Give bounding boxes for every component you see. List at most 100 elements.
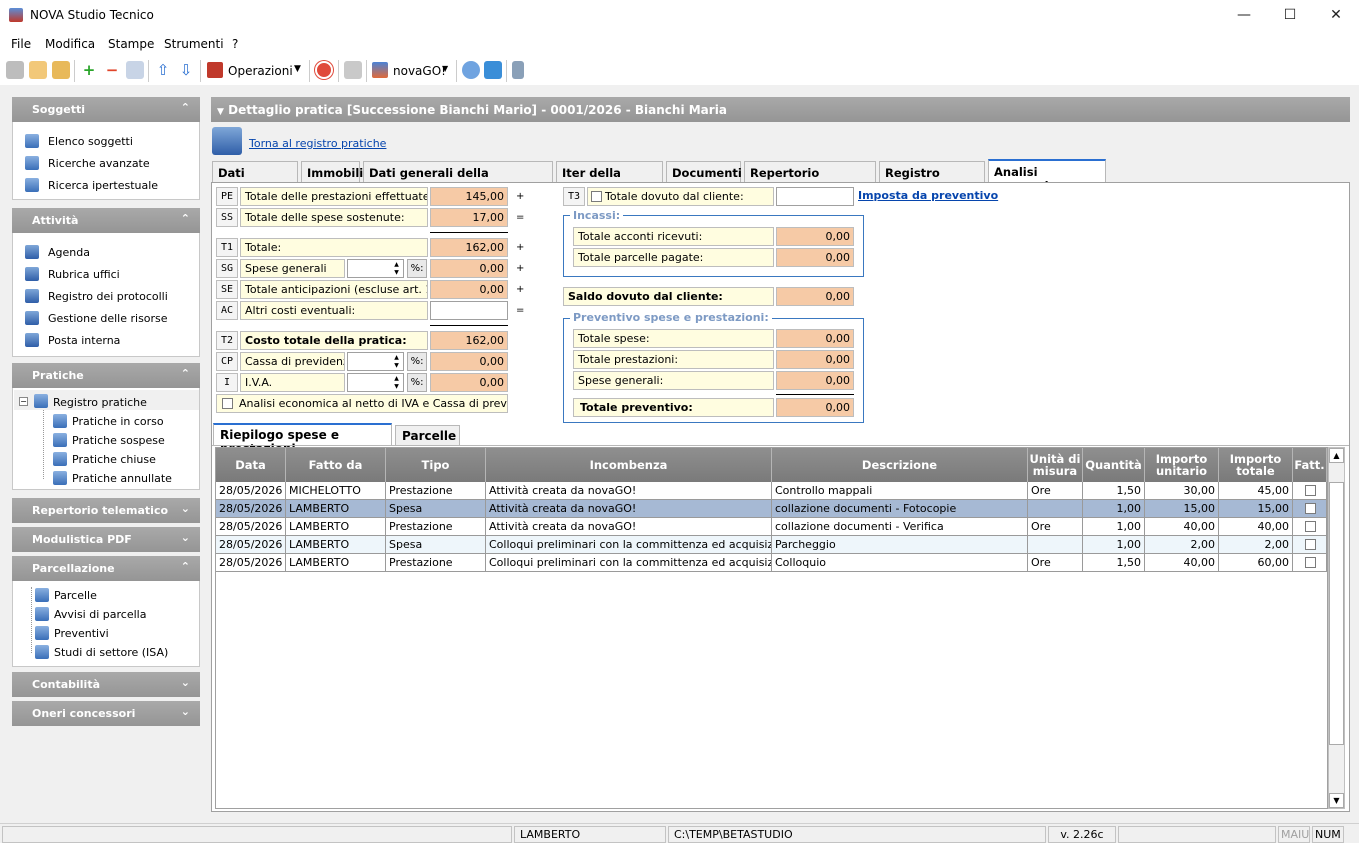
close-button[interactable]: ✕ — [1313, 0, 1359, 31]
tab-analisi-economica[interactable]: Analisi economica — [988, 159, 1106, 193]
menu-strumenti[interactable]: Strumenti — [164, 37, 224, 51]
col-header-descrizione[interactable]: Descrizione — [772, 448, 1028, 482]
cut-icon[interactable] — [6, 61, 24, 79]
tree-item-preventivi[interactable]: Preventivi — [54, 627, 109, 640]
sidebar-item-posta-interna[interactable]: Posta interna — [48, 334, 120, 347]
panel-contabilita-header[interactable]: Contabilità ⌄ — [12, 672, 200, 697]
spin-up-icon[interactable]: ▲ — [391, 354, 402, 362]
totale-dovuto-input[interactable] — [776, 187, 854, 206]
sidebar-item-rubrica-uffici[interactable]: Rubrica uffici — [48, 268, 120, 281]
vertical-scrollbar[interactable]: ▲ ▼ — [1328, 447, 1345, 809]
remove-icon[interactable]: − — [103, 61, 121, 79]
tree-item-pratiche-in-corso[interactable]: Pratiche in corso — [72, 415, 164, 428]
table-row[interactable]: 28/05/2026 MICHELOTTO Prestazione Attività … — [216, 482, 1327, 500]
netto-checkbox-row[interactable]: Analisi economica al netto di IVA e Cass… — [216, 394, 508, 413]
collapse-icon[interactable]: ⌃ — [181, 560, 190, 573]
panel-repertorio-header[interactable]: Repertorio telematico ⌄ — [12, 498, 200, 523]
col-header-importo-unitario[interactable]: Importo unitario — [1145, 448, 1219, 482]
imposta-preventivo-link[interactable]: Imposta da preventivo — [858, 189, 998, 202]
expand-icon[interactable]: ⌄ — [181, 705, 190, 718]
tree-item-pratiche-sospese[interactable]: Pratiche sospese — [72, 434, 165, 447]
exit-icon[interactable] — [512, 61, 524, 79]
fatturato-checkbox[interactable] — [1305, 521, 1316, 532]
novago-button[interactable]: novaGO! ▼ — [372, 61, 452, 81]
tree-item-pratiche-annullate[interactable]: Pratiche annullate — [72, 472, 172, 485]
collapse-icon[interactable]: ⌃ — [181, 212, 190, 225]
tab-immobili[interactable]: Immobili — [301, 161, 363, 182]
tab-dati-generali[interactable]: Dati generali — [212, 161, 298, 194]
table-row[interactable]: 28/05/2026 LAMBERTO Spesa Attività creata d… — [216, 500, 1327, 518]
tree-item-registro-pratiche[interactable]: Registro pratiche — [53, 396, 147, 409]
arrow-up-icon[interactable]: ⇧ — [154, 61, 172, 79]
spin-up-icon[interactable]: ▲ — [391, 375, 402, 383]
percent-button[interactable]: %: — [407, 352, 427, 371]
col-header-tipo[interactable]: Tipo — [386, 448, 486, 482]
fatturato-checkbox[interactable] — [1305, 485, 1316, 496]
spin-down-icon[interactable]: ▼ — [391, 362, 402, 370]
tab-dati-successione[interactable]: Dati generali della successione — [363, 161, 553, 194]
totale-dovuto-checkbox[interactable] — [591, 191, 602, 202]
cassa-percent-input[interactable]: ▲ ▼ — [347, 352, 404, 371]
tree-item-pratiche-chiuse[interactable]: Pratiche chiuse — [72, 453, 156, 466]
spin-down-icon[interactable]: ▼ — [391, 383, 402, 391]
panel-soggetti-header[interactable]: Soggetti ⌃ — [12, 97, 200, 122]
col-header-fatt[interactable]: Fatt. — [1293, 448, 1327, 482]
spin-up-icon[interactable]: ▲ — [391, 261, 402, 269]
add-icon[interactable]: + — [80, 61, 98, 79]
col-header-unita[interactable]: Unità di misura — [1028, 448, 1083, 482]
sidebar-item-registro-protocolli[interactable]: Registro dei protocolli — [48, 290, 168, 303]
collapse-icon[interactable]: ⌃ — [181, 367, 190, 380]
iva-percent-input[interactable]: ▲ ▼ — [347, 373, 404, 392]
expand-icon[interactable]: ⌄ — [181, 531, 190, 544]
scroll-down-icon[interactable]: ▼ — [1329, 793, 1344, 808]
tab-documenti[interactable]: Documenti — [666, 161, 742, 182]
fatturato-checkbox[interactable] — [1305, 557, 1316, 568]
paste-icon[interactable] — [52, 61, 70, 79]
table-row[interactable]: 28/05/2026 LAMBERTO Prestazione Colloqui pr… — [216, 554, 1327, 572]
col-header-fatto-da[interactable]: Fatto da — [286, 448, 386, 482]
col-header-importo-totale[interactable]: Importo totale — [1219, 448, 1293, 482]
sidebar-item-gestione-risorse[interactable]: Gestione delle risorse — [48, 312, 168, 325]
tree-item-parcelle[interactable]: Parcelle — [54, 589, 97, 602]
duplicate-icon[interactable] — [126, 61, 144, 79]
spese-generali-percent-input[interactable]: ▲ ▼ — [347, 259, 404, 278]
scroll-thumb[interactable] — [1329, 482, 1344, 745]
menu-help[interactable]: ? — [232, 37, 238, 51]
collapse-icon[interactable]: ⌃ — [181, 101, 190, 114]
table-row[interactable]: 28/05/2026 LAMBERTO Spesa Colloqui prelimin… — [216, 536, 1327, 554]
menu-stampe[interactable]: Stampe — [108, 37, 154, 51]
sidebar-item-ricerche-avanzate[interactable]: Ricerche avanzate — [48, 157, 150, 170]
subtab-parcelle[interactable]: Parcelle — [395, 425, 460, 445]
totale-dovuto-row[interactable]: Totale dovuto dal cliente: — [587, 187, 774, 206]
menu-file[interactable]: File — [11, 37, 31, 51]
stop-icon[interactable] — [315, 61, 333, 79]
col-header-incombenza[interactable]: Incombenza — [486, 448, 772, 482]
scroll-up-icon[interactable]: ▲ — [1329, 448, 1344, 463]
maximize-button[interactable]: ☐ — [1267, 0, 1313, 31]
expand-icon[interactable]: ⌄ — [181, 676, 190, 689]
panel-modulistica-header[interactable]: Modulistica PDF ⌄ — [12, 527, 200, 552]
fatturato-checkbox[interactable] — [1305, 539, 1316, 550]
tab-iter-pratica[interactable]: Iter della pratica — [556, 161, 663, 194]
table-row[interactable]: 28/05/2026 LAMBERTO Prestazione Attività cr… — [216, 518, 1327, 536]
tree-collapse-icon[interactable]: − — [19, 397, 28, 406]
altri-costi-input[interactable] — [430, 301, 508, 320]
col-header-data[interactable]: Data — [216, 448, 286, 482]
tree-item-avvisi-parcella[interactable]: Avvisi di parcella — [54, 608, 146, 621]
menu-modifica[interactable]: Modifica — [45, 37, 95, 51]
refresh-icon[interactable] — [484, 61, 502, 79]
subtab-riepilogo[interactable]: Riepilogo spese e prestazioni — [213, 423, 392, 456]
expand-icon[interactable]: ⌄ — [181, 502, 190, 515]
operazioni-button[interactable]: Operazioni ▼ — [207, 61, 305, 81]
panel-pratiche-header[interactable]: Pratiche ⌃ — [12, 363, 200, 388]
sidebar-item-agenda[interactable]: Agenda — [48, 246, 90, 259]
fatturato-checkbox[interactable] — [1305, 503, 1316, 514]
percent-button[interactable]: %: — [407, 259, 427, 278]
panel-attivita-header[interactable]: Attività ⌃ — [12, 208, 200, 233]
sidebar-item-elenco-soggetti[interactable]: Elenco soggetti — [48, 135, 133, 148]
print-icon[interactable] — [344, 61, 362, 79]
copy-icon[interactable] — [29, 61, 47, 79]
arrow-down-icon[interactable]: ⇩ — [177, 61, 195, 79]
back-link[interactable]: Torna al registro pratiche — [249, 137, 386, 150]
help-icon[interactable] — [462, 61, 480, 79]
